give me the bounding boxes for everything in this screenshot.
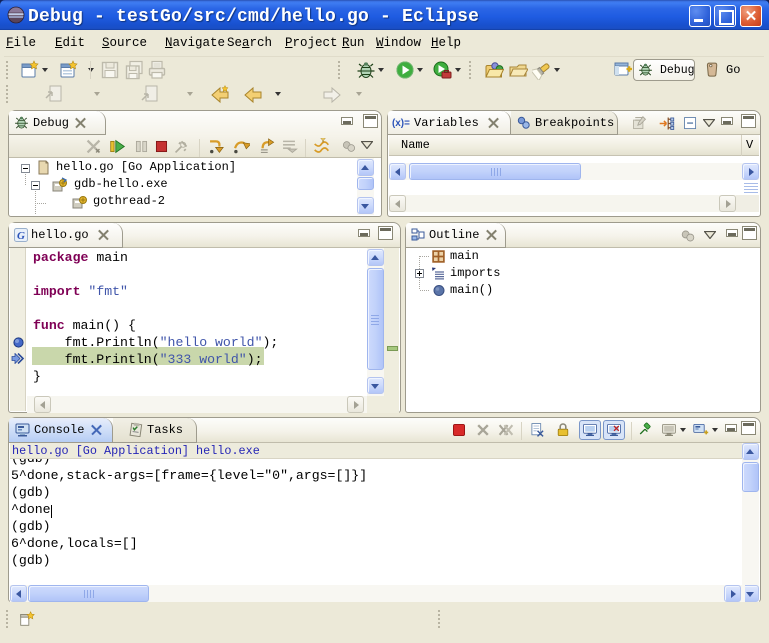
svg-text:G: G xyxy=(17,230,25,242)
svg-text:(x)=: (x)= xyxy=(392,118,410,129)
